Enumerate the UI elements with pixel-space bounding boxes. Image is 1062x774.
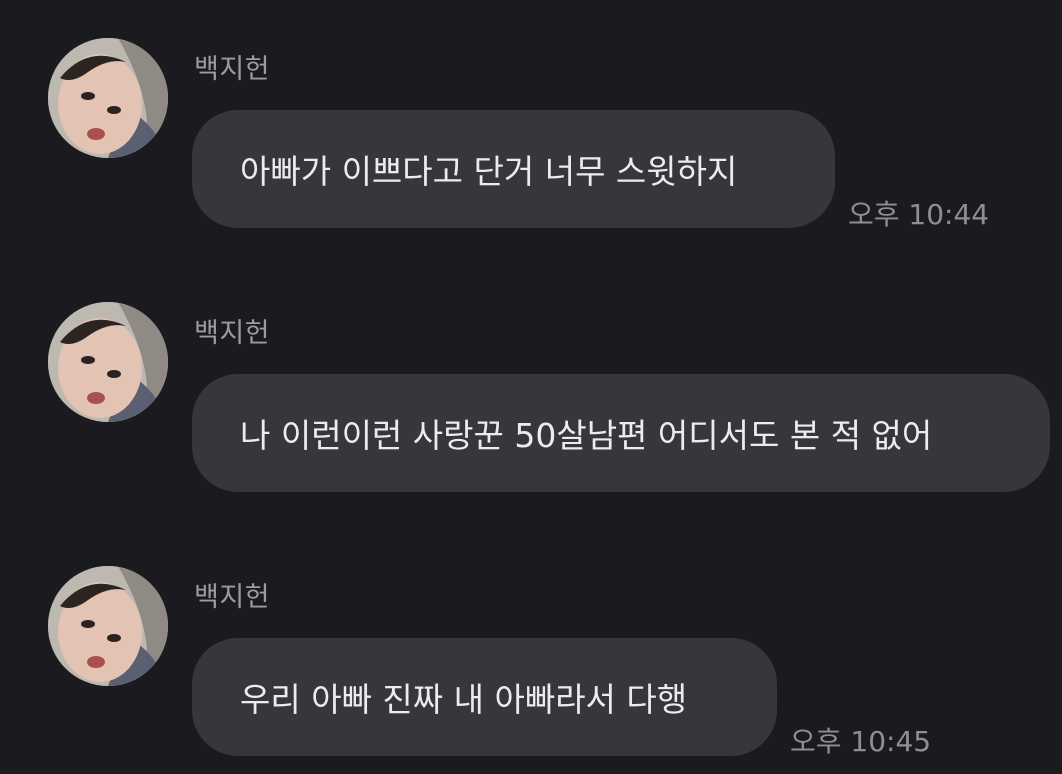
sender-name: 백지헌 [194,318,271,349]
avatar[interactable] [48,566,168,686]
sender-name: 백지헌 [194,54,271,85]
avatar[interactable] [48,302,168,422]
message-bubble[interactable]: 나 이런이런 사랑꾼 50살남편 어디서도 본 적 없어 [192,374,1050,492]
message-timestamp: 오후 10:44 [848,198,990,231]
message-timestamp: 오후 10:45 [790,725,932,758]
message-bubble[interactable]: 우리 아빠 진짜 내 아빠라서 다행 [192,638,777,756]
message-bubble[interactable]: 아빠가 이쁘다고 단거 너무 스윗하지 [192,110,835,228]
avatar[interactable] [48,38,168,158]
sender-name: 백지헌 [194,582,271,613]
